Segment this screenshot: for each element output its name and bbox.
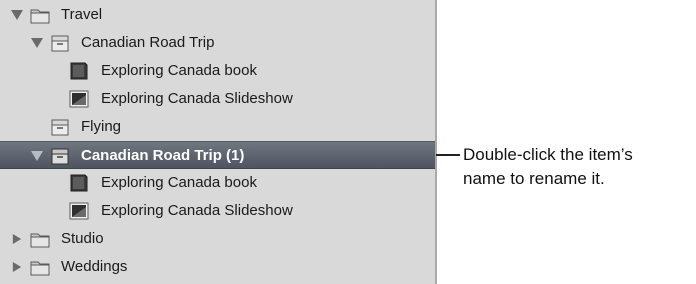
tree-item-label: Studio xyxy=(61,230,104,247)
disclosure-collapsed-icon[interactable] xyxy=(11,234,23,244)
book-icon xyxy=(70,62,88,80)
tree-item-exploring-canada-slideshow[interactable]: Exploring Canada Slideshow xyxy=(0,197,435,225)
disclosure-expanded-icon[interactable] xyxy=(31,151,43,161)
tree-item-label: Exploring Canada Slideshow xyxy=(101,202,293,219)
project-box-icon xyxy=(51,148,69,165)
tree-item-flying[interactable]: Flying xyxy=(0,113,435,141)
tree-item-label: Exploring Canada Slideshow xyxy=(101,90,293,107)
tree-item-exploring-canada-book[interactable]: Exploring Canada book xyxy=(0,57,435,85)
project-box-icon xyxy=(51,35,69,52)
tree-item-canadian-road-trip-1[interactable]: Canadian Road Trip (1) xyxy=(0,141,435,169)
disclosure-expanded-icon[interactable] xyxy=(11,10,23,20)
slideshow-icon xyxy=(69,90,89,108)
tree-item-weddings[interactable]: Weddings xyxy=(0,253,435,281)
tree-item-label: Canadian Road Trip (1) xyxy=(81,147,245,164)
callout-leader-line xyxy=(436,154,460,156)
slideshow-icon xyxy=(69,202,89,220)
folder-icon xyxy=(30,9,50,24)
tree-item-label: Travel xyxy=(61,6,103,23)
tree-item-canadian-road-trip[interactable]: Canadian Road Trip xyxy=(0,29,435,57)
project-box-icon xyxy=(51,119,69,136)
callout-text: Double-click the item’s name to rename i… xyxy=(463,145,633,188)
book-icon xyxy=(70,174,88,192)
tree-item-label: Exploring Canada book xyxy=(101,174,257,191)
folder-icon xyxy=(30,261,50,276)
disclosure-collapsed-icon[interactable] xyxy=(11,262,23,272)
tree-item-exploring-canada-slideshow[interactable]: Exploring Canada Slideshow xyxy=(0,85,435,113)
tree-item-label: Flying xyxy=(81,118,122,135)
disclosure-expanded-icon[interactable] xyxy=(31,38,43,48)
tree-item-label: Canadian Road Trip xyxy=(81,34,215,51)
tree-item-travel[interactable]: Travel xyxy=(0,1,435,29)
folder-icon xyxy=(30,233,50,248)
tree-item-studio[interactable]: Studio xyxy=(0,225,435,253)
tree-item-exploring-canada-book[interactable]: Exploring Canada book xyxy=(0,169,435,197)
library-tree-panel: Travel Canadian Road Trip Exploring Cana… xyxy=(0,0,437,284)
tree-item-label: Exploring Canada book xyxy=(101,62,257,79)
tree-item-label: Weddings xyxy=(61,258,128,275)
